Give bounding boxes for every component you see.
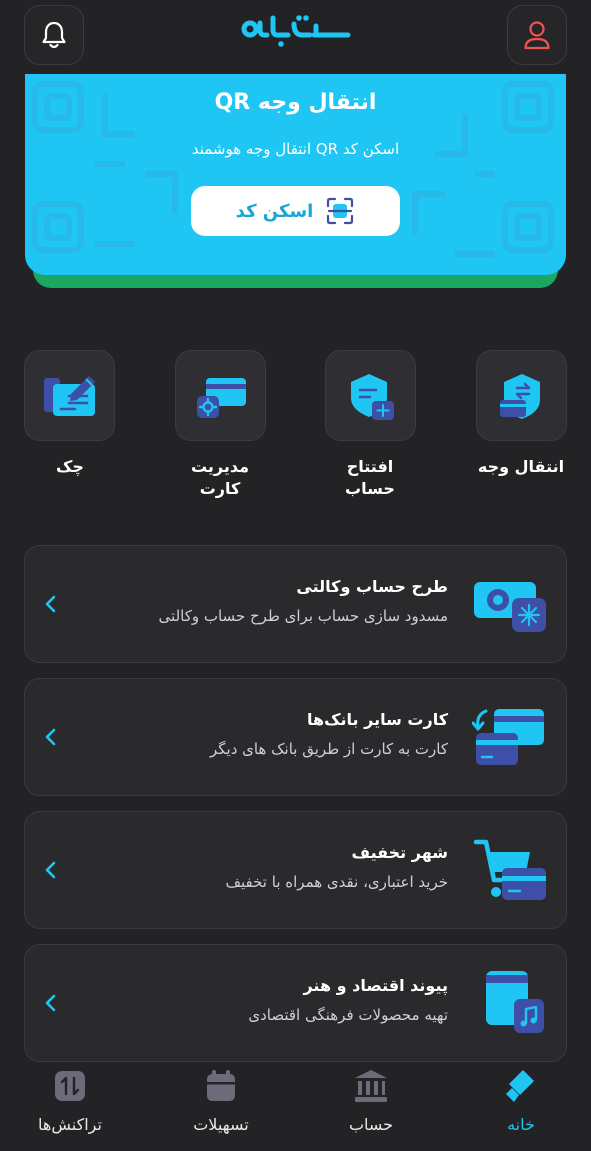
chevron-left-icon xyxy=(45,861,56,879)
list-item-title: شهر تخفیف xyxy=(351,843,448,862)
banner-body: انتقال وجه QR اسکن کد QR انتقال وجه هوشم… xyxy=(25,74,566,275)
profile-button[interactable] xyxy=(507,5,567,65)
app-logo xyxy=(241,15,351,47)
quick-action-card-management[interactable] xyxy=(175,350,266,441)
quick-action-label-cheque: چک xyxy=(56,457,84,476)
qr-scan-icon xyxy=(327,197,354,225)
bottom-navigation: خانه حساب تسهیلات تراکنش‌ها xyxy=(0,1062,591,1151)
list-item-proxy-account[interactable]: طرح حساب وکالتی مسدود سازی حساب برای طرح… xyxy=(24,545,567,663)
nav-home[interactable]: خانه xyxy=(451,1062,591,1151)
open-account-icon xyxy=(350,373,394,420)
notification-button[interactable] xyxy=(24,5,84,65)
quick-action-label-transfer: انتقال وجه xyxy=(477,457,565,476)
card-to-card-icon xyxy=(472,709,544,765)
chevron-left-icon xyxy=(45,994,56,1012)
card-settings-icon xyxy=(196,377,246,418)
list-item-subtitle: کارت به کارت از طریق بانک های دیگر xyxy=(209,740,448,758)
quick-action-open-account[interactable] xyxy=(325,350,416,441)
list-item-subtitle: تهیه محصولات فرهنگی اقتصادی xyxy=(248,1006,448,1024)
nav-account[interactable]: حساب xyxy=(301,1062,441,1151)
shopping-cart-icon xyxy=(473,839,546,900)
banner-subtitle: اسکن کد QR انتقال وجه هوشمند xyxy=(191,140,400,158)
quick-action-transfer[interactable] xyxy=(476,350,567,441)
quick-action-label-card-management: مدیریت کارت xyxy=(190,457,250,498)
quick-action-label-open-account: افتتاح حساب xyxy=(345,457,395,498)
chevron-left-icon xyxy=(45,595,56,613)
bell-icon xyxy=(42,21,66,49)
list-item-title: طرح حساب وکالتی xyxy=(296,577,448,596)
user-icon xyxy=(524,21,550,50)
list-item-discount-city[interactable]: شهر تخفیف خرید اعتباری، نقدی همراه با تخ… xyxy=(24,811,567,929)
banner-title: انتقال وجه QR xyxy=(214,90,377,115)
qr-transfer-banner[interactable]: انتقال وجه QR اسکن کد QR انتقال وجه هوشم… xyxy=(25,74,566,288)
list-item-other-bank-cards[interactable]: کارت سایر بانک‌ها کارت به کارت از طریق ب… xyxy=(24,678,567,796)
cheque-icon xyxy=(43,375,95,416)
transfer-icon xyxy=(499,373,540,419)
chevron-left-icon xyxy=(45,728,56,746)
calendar-icon xyxy=(207,1070,235,1101)
list-item-title: کارت سایر بانک‌ها xyxy=(307,710,448,729)
frozen-cash-icon xyxy=(474,582,546,632)
transactions-icon xyxy=(55,1071,85,1101)
list-item-economy-art[interactable]: پیوند اقتصاد و هنر تهیه محصولات فرهنگی ا… xyxy=(24,944,567,1062)
scan-code-label: اسکن کد xyxy=(235,200,314,222)
home-icon xyxy=(506,1070,534,1102)
scan-code-button[interactable]: اسکن کد xyxy=(191,186,400,236)
nav-facilities[interactable]: تسهیلات xyxy=(151,1062,291,1151)
nav-label-home: خانه xyxy=(507,1115,535,1134)
nav-transactions[interactable]: تراکنش‌ها xyxy=(0,1062,140,1151)
nav-label-account: حساب xyxy=(348,1115,394,1134)
quick-action-cheque[interactable] xyxy=(24,350,115,441)
bank-icon xyxy=(355,1070,387,1102)
app-header xyxy=(0,0,591,72)
nav-label-facilities: تسهیلات xyxy=(193,1115,249,1134)
list-item-subtitle: مسدود سازی حساب برای طرح حساب وکالتی xyxy=(158,607,448,625)
list-item-title: پیوند اقتصاد و هنر xyxy=(303,976,448,995)
list-item-subtitle: خرید اعتباری، نقدی همراه با تخفیف xyxy=(225,873,448,891)
music-book-icon xyxy=(486,971,544,1033)
nav-label-transactions: تراکنش‌ها xyxy=(38,1115,102,1134)
